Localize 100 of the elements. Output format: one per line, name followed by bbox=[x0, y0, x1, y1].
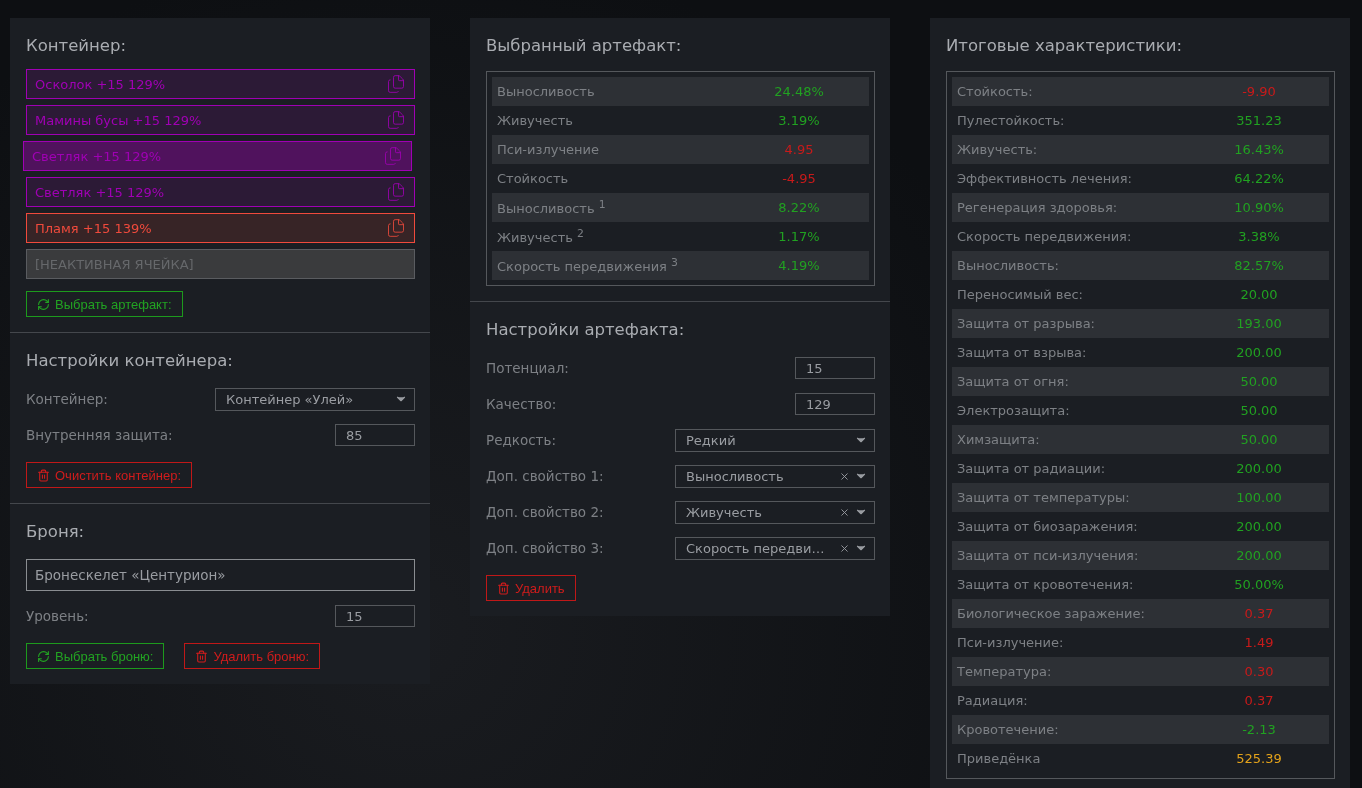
stat-label: Выносливость $^{1}$ bbox=[497, 198, 607, 217]
stat-value: 50.00 bbox=[1239, 403, 1279, 418]
stat-value: 200.00 bbox=[1235, 461, 1283, 476]
input-field[interactable]: 129 bbox=[795, 393, 875, 415]
stat-value: 8.22% bbox=[777, 200, 821, 215]
field-label: Доп. свойство 2: bbox=[486, 504, 604, 520]
select-field[interactable]: Выносливость bbox=[675, 464, 875, 488]
section-title: Настройки контейнера: bbox=[26, 351, 234, 370]
stat-value: 24.48% bbox=[773, 84, 825, 99]
field-label: Контейнер: bbox=[26, 391, 108, 407]
stat-label: Электрозащита: bbox=[957, 403, 1071, 418]
stat-label: Живучесть: bbox=[957, 142, 1039, 157]
stat-value: 351.23 bbox=[1235, 113, 1283, 128]
documents-icon bbox=[386, 74, 406, 94]
slot-label: Светляк +15 129% bbox=[35, 184, 165, 200]
stat-label: Скорость передвижения: bbox=[957, 229, 1133, 244]
stat-value: 16.43% bbox=[1233, 142, 1285, 157]
stat-label: Защита от пси-излучения: bbox=[957, 548, 1140, 563]
stat-label: Радиация: bbox=[957, 693, 1029, 708]
documents-icon bbox=[386, 110, 406, 130]
field-label: Редкость: bbox=[486, 432, 556, 448]
stat-value: 50.00 bbox=[1239, 374, 1279, 389]
stat-value: 82.57% bbox=[1233, 258, 1285, 273]
stat-label: Скорость передвижения $^{3}$ bbox=[497, 256, 679, 275]
stat-value: 10.90% bbox=[1233, 200, 1285, 215]
field-label: Уровень: bbox=[26, 608, 89, 624]
stat-value: -4.95 bbox=[781, 171, 817, 186]
refresh-icon bbox=[37, 649, 50, 663]
field-label: Потенциал: bbox=[486, 360, 569, 376]
stat-label: Выносливость: bbox=[957, 258, 1060, 273]
stat-value: 4.95 bbox=[783, 142, 815, 157]
select-field[interactable]: Скорость передви… bbox=[675, 536, 875, 560]
stat-value: 4.19% bbox=[777, 258, 821, 273]
stat-value: 1.17% bbox=[777, 229, 821, 244]
section-title: Контейнер: bbox=[26, 36, 128, 55]
stat-label: Живучесть bbox=[497, 113, 574, 128]
stat-label: Защита от взрыва: bbox=[957, 345, 1088, 360]
section-title: Итоговые характеристики: bbox=[946, 36, 1183, 55]
stat-label: Защита от огня: bbox=[957, 374, 1070, 389]
select-field[interactable]: Контейнер «Улей» bbox=[215, 387, 415, 411]
stat-label: Регенерация здоровья: bbox=[957, 200, 1119, 215]
stat-label: Защита от радиации: bbox=[957, 461, 1107, 476]
stat-value: 64.22% bbox=[1233, 171, 1285, 186]
documents-icon bbox=[386, 182, 406, 202]
slot-label: Пламя +15 139% bbox=[35, 220, 152, 236]
stat-label: Пси-излучение: bbox=[957, 635, 1065, 650]
stat-label: Химзащита: bbox=[957, 432, 1041, 447]
stat-value: 3.38% bbox=[1237, 229, 1281, 244]
refresh-icon bbox=[37, 297, 50, 311]
stat-label: Пси-излучение bbox=[497, 142, 601, 157]
stat-label: Защита от разрыва: bbox=[957, 316, 1096, 331]
stat-value: 0.30 bbox=[1243, 664, 1275, 679]
stat-label: Эффективность лечения: bbox=[957, 171, 1133, 186]
slot-label: Светляк +15 129% bbox=[32, 148, 162, 164]
armor-name-field[interactable]: Бронескелет «Центурион» bbox=[26, 559, 415, 591]
stat-label: Живучесть $^{2}$ bbox=[497, 227, 585, 246]
input-field[interactable]: 85 bbox=[335, 424, 415, 446]
select-button[interactable]: Выбрать артефакт: bbox=[26, 291, 183, 317]
select-field[interactable]: Редкий bbox=[675, 428, 875, 452]
section-title: Настройки артефакта: bbox=[486, 320, 686, 339]
stat-value: 525.39 bbox=[1235, 751, 1283, 766]
trash-icon bbox=[37, 468, 50, 482]
stat-value: 20.00 bbox=[1239, 287, 1279, 302]
trash-icon bbox=[195, 649, 209, 663]
stat-label: Пулестойкость: bbox=[957, 113, 1066, 128]
select-button[interactable]: Выбрать броню: bbox=[26, 643, 165, 669]
artifact-slot[interactable]: Пламя +15 139% bbox=[26, 213, 415, 243]
slot-label: Осколок +15 129% bbox=[35, 76, 166, 92]
stat-value: 3.19% bbox=[777, 113, 821, 128]
stat-value: 0.37 bbox=[1243, 693, 1275, 708]
delete-button[interactable]: Удалить броню: bbox=[184, 643, 321, 669]
stat-label: Переносимый вес: bbox=[957, 287, 1084, 302]
stat-label: Защита от температуры: bbox=[957, 490, 1131, 505]
stat-label: Приведёнка bbox=[957, 751, 1042, 766]
stat-value: 200.00 bbox=[1235, 519, 1283, 534]
stat-value: 50.00 bbox=[1239, 432, 1279, 447]
stat-label: Биологическое заражение: bbox=[957, 606, 1146, 621]
stat-value: 50.00% bbox=[1233, 577, 1285, 592]
documents-icon bbox=[383, 146, 403, 166]
slot-label: Мамины бусы +15 129% bbox=[35, 112, 202, 128]
field-label: Доп. свойство 3: bbox=[486, 540, 604, 556]
section-title: Броня: bbox=[26, 522, 86, 541]
stat-label: Кровотечение: bbox=[957, 722, 1060, 737]
stat-value: -2.13 bbox=[1241, 722, 1277, 737]
documents-icon bbox=[386, 218, 406, 238]
stat-value: 100.00 bbox=[1235, 490, 1283, 505]
stat-label: Защита от кровотечения: bbox=[957, 577, 1135, 592]
stat-label: Стойкость: bbox=[957, 84, 1034, 99]
delete-button[interactable]: Удалить bbox=[486, 575, 576, 601]
field-label: Доп. свойство 1: bbox=[486, 468, 604, 484]
input-field[interactable]: 15 bbox=[335, 605, 415, 627]
section-title: Выбранный артефакт: bbox=[486, 36, 683, 55]
input-field[interactable]: 15 bbox=[795, 357, 875, 379]
stat-value: 200.00 bbox=[1235, 345, 1283, 360]
stat-value: 193.00 bbox=[1235, 316, 1283, 331]
field-label: Внутренняя защита: bbox=[26, 427, 173, 443]
stat-value: 0.37 bbox=[1243, 606, 1275, 621]
stat-value: 1.49 bbox=[1243, 635, 1275, 650]
select-field[interactable]: Живучесть bbox=[675, 500, 875, 524]
delete-button[interactable]: Очистить контейнер: bbox=[26, 462, 192, 488]
